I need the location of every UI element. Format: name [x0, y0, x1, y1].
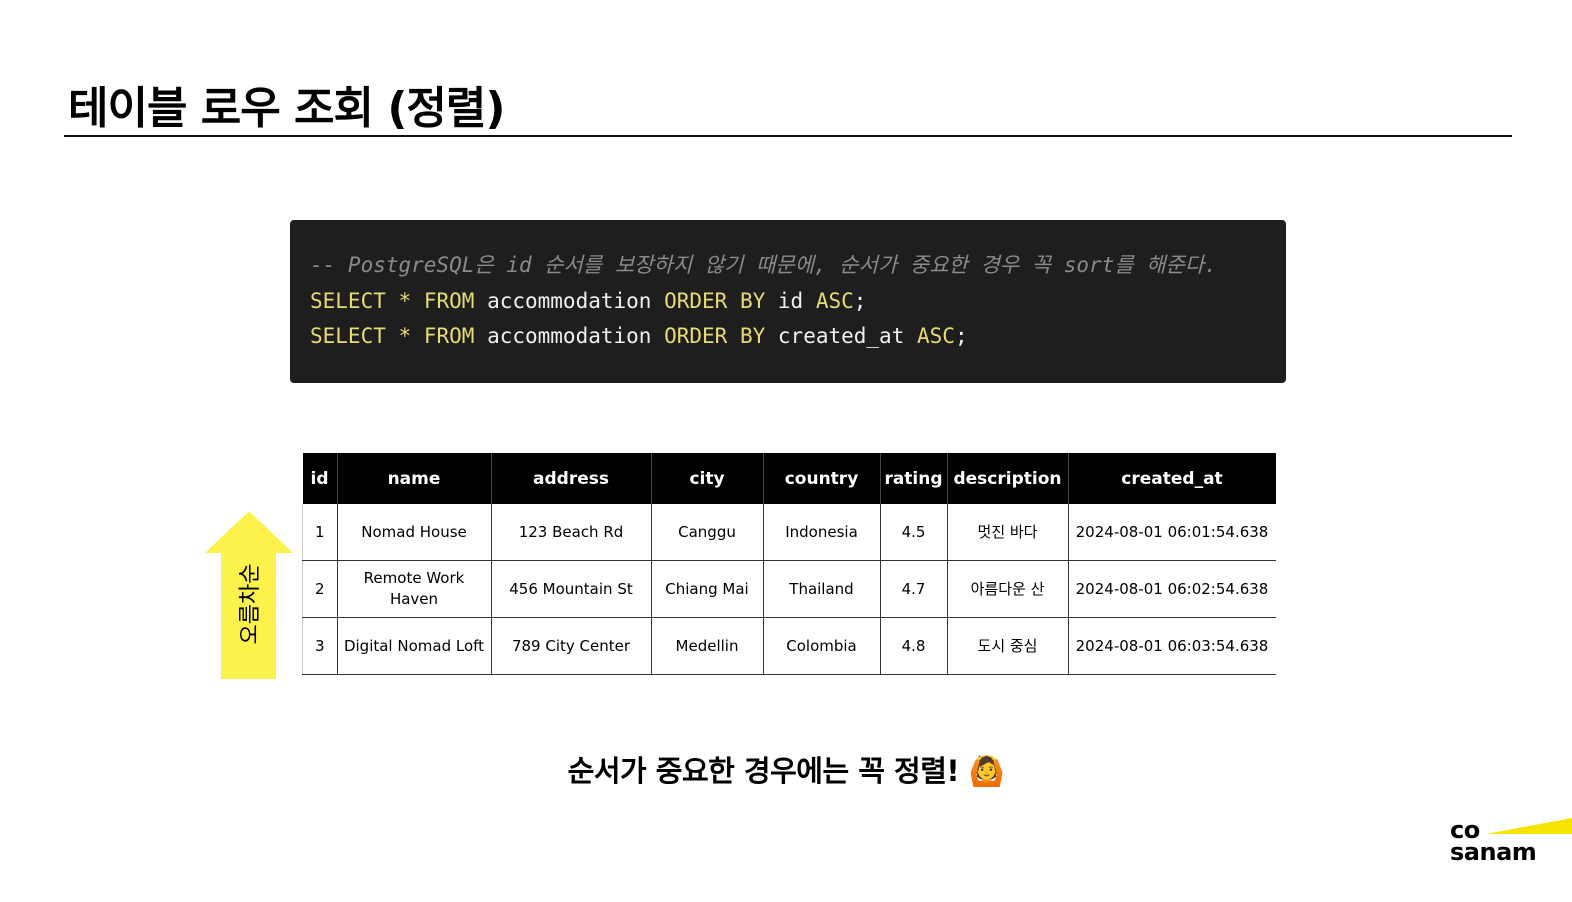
cell-created-at: 2024-08-01 06:02:54.638: [1068, 560, 1276, 618]
cell-id: 2: [302, 560, 338, 618]
code-semicolon: ;: [853, 288, 867, 313]
code-column: id: [777, 288, 804, 313]
cell-address: 456 Mountain St: [491, 560, 652, 618]
kw-from: FROM: [423, 324, 475, 348]
column-header-address: address: [491, 453, 652, 504]
column-header-created-at: created_at: [1068, 453, 1276, 504]
column-header-city: city: [651, 453, 764, 504]
kw-star: *: [398, 324, 412, 348]
code-line-2: SELECT * FROM accommodation ORDER BY cre…: [310, 319, 1286, 355]
kw-order-by: ORDER BY: [664, 324, 766, 348]
code-line-1: SELECT * FROM accommodation ORDER BY id …: [310, 284, 1286, 320]
cell-name: Nomad House: [337, 504, 492, 561]
column-header-description: description: [947, 453, 1069, 504]
accommodation-table: id name address city country rating desc…: [302, 453, 1276, 675]
title-divider: [64, 135, 1512, 137]
code-column: created_at: [777, 324, 905, 348]
cell-description: 멋진 바다: [947, 504, 1069, 561]
kw-select: SELECT: [310, 324, 386, 348]
kw-select: SELECT: [310, 288, 386, 313]
kw-star: *: [398, 288, 412, 313]
code-table-name: accommodation: [487, 324, 652, 348]
cell-rating: 4.7: [880, 560, 948, 618]
column-header-name: name: [337, 453, 492, 504]
kw-asc: ASC: [815, 288, 854, 313]
table-row: 3 Digital Nomad Loft 789 City Center Med…: [302, 617, 1276, 675]
ok-gesture-emoji-icon: 🙆: [968, 754, 1005, 788]
code-semicolon: ;: [954, 324, 968, 348]
kw-order-by: ORDER BY: [664, 288, 766, 313]
cell-created-at: 2024-08-01 06:03:54.638: [1068, 617, 1276, 675]
code-table-name: accommodation: [487, 288, 652, 313]
sort-direction-label: 오름차순: [238, 563, 263, 645]
cell-created-at: 2024-08-01 06:01:54.638: [1068, 504, 1276, 561]
tagline-text: 순서가 중요한 경우에는 꼭 정렬!: [567, 754, 960, 788]
table-row: 2 Remote Work Haven 456 Mountain St Chia…: [302, 560, 1276, 618]
logo-accent-icon: [1486, 818, 1572, 834]
cell-name: Remote Work Haven: [337, 560, 492, 618]
tagline: 순서가 중요한 경우에는 꼭 정렬! 🙆: [0, 748, 1572, 790]
logo-text-line-1: co: [1450, 816, 1480, 844]
cell-address: 789 City Center: [491, 617, 652, 675]
kw-from: FROM: [423, 288, 475, 313]
cell-city: Canggu: [651, 504, 764, 561]
column-header-rating: rating: [880, 453, 948, 504]
column-header-country: country: [763, 453, 881, 504]
cell-country: Thailand: [763, 560, 881, 618]
cell-country: Indonesia: [763, 504, 881, 561]
cell-id: 3: [302, 617, 338, 675]
cell-city: Chiang Mai: [651, 560, 764, 618]
cell-city: Medellin: [651, 617, 764, 675]
code-block: -- PostgreSQL은 id 순서를 보장하지 않기 때문에, 순서가 중…: [290, 220, 1286, 383]
code-comment: -- PostgreSQL은 id 순서를 보장하지 않기 때문에, 순서가 중…: [310, 253, 1217, 277]
cell-description: 아름다운 산: [947, 560, 1069, 618]
logo-text-line-2: sanam: [1450, 838, 1537, 866]
cosanam-logo: co sanam: [1450, 816, 1572, 866]
table-row: 1 Nomad House 123 Beach Rd Canggu Indone…: [302, 504, 1276, 561]
kw-asc: ASC: [917, 324, 955, 348]
cell-country: Colombia: [763, 617, 881, 675]
cell-id: 1: [302, 504, 338, 561]
table-header-row: id name address city country rating desc…: [302, 453, 1276, 504]
cell-rating: 4.5: [880, 504, 948, 561]
cell-name: Digital Nomad Loft: [337, 617, 492, 675]
page-title: 테이블 로우 조회 (정렬): [68, 83, 505, 134]
cell-address: 123 Beach Rd: [491, 504, 652, 561]
cell-description: 도시 중심: [947, 617, 1069, 675]
cell-rating: 4.8: [880, 617, 948, 675]
column-header-id: id: [302, 453, 338, 504]
